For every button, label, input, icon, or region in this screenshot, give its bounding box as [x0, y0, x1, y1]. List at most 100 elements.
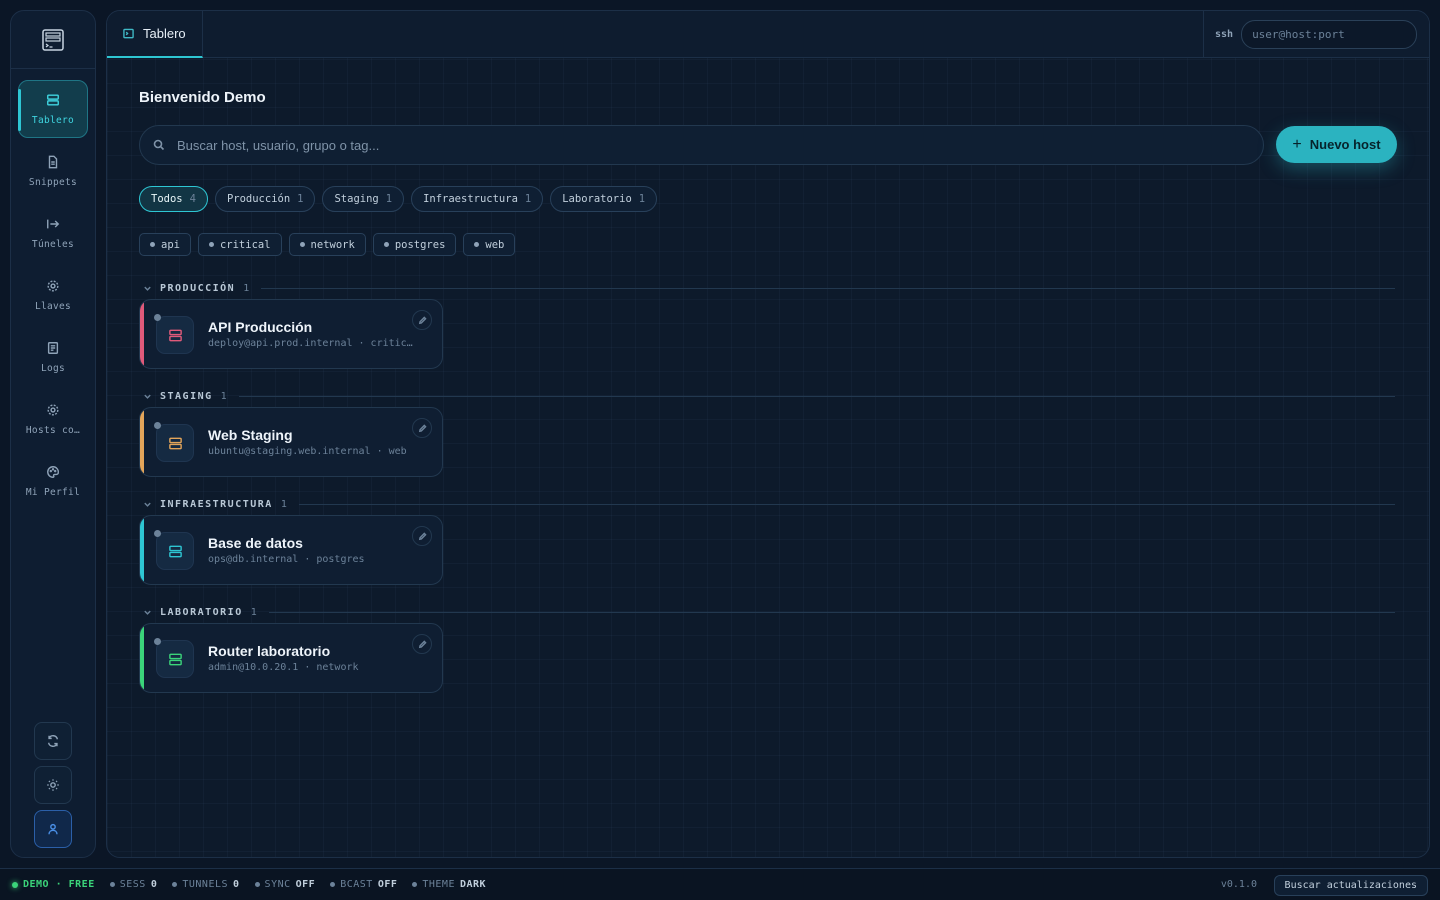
host-subtitle: admin@10.0.20.1 · network: [208, 662, 359, 673]
arrow-right-bar-icon: [47, 219, 60, 228]
tag-network[interactable]: network: [288, 233, 366, 256]
quick-ssh: ssh: [1203, 11, 1429, 58]
sidebar-item-label: Mi Perfil: [25, 486, 81, 498]
filter-laboratorio[interactable]: Laboratorio 1: [550, 186, 658, 212]
host-card[interactable]: API Producción deploy@api.prod.internal …: [139, 299, 443, 369]
group-divider: [268, 611, 1395, 613]
status-dot: [412, 882, 418, 887]
sidebar-item-label: Logs: [40, 362, 66, 374]
new-host-button[interactable]: + Nuevo host: [1276, 126, 1397, 163]
sess-value: 0: [150, 879, 158, 890]
ssh-input[interactable]: [1241, 20, 1418, 49]
host-card[interactable]: Router laboratorio admin@10.0.20.1 · net…: [139, 623, 443, 693]
filter-label: Laboratorio: [562, 193, 632, 205]
host-icon-box: [156, 640, 194, 678]
filter-label: Producción: [226, 193, 291, 205]
ssh-label: ssh: [1215, 29, 1234, 40]
plus-icon: +: [1292, 135, 1302, 153]
sidebar-item-mi-perfil[interactable]: Mi Perfil: [18, 452, 88, 510]
filter-label: Infraestructura: [423, 193, 518, 205]
bcast-value: OFF: [377, 879, 398, 890]
check-updates-button[interactable]: Buscar actualizaciones: [1273, 875, 1428, 896]
user-icon: [48, 823, 58, 835]
sidebar-item-snippets[interactable]: Snippets: [18, 142, 88, 200]
group-filters: Todos 4 Producción 1 Staging 1 Infraestr…: [139, 186, 658, 212]
filter-todos[interactable]: Todos 4: [139, 186, 208, 212]
group-name: INFRAESTRUCTURA: [160, 498, 273, 510]
tag-dot: [150, 242, 155, 247]
sidebar-item-label: Hosts co…: [25, 424, 81, 436]
filter-produccion[interactable]: Producción 1: [214, 186, 316, 212]
sidebar-item-tuneles[interactable]: Túneles: [18, 204, 88, 262]
tunnels-label: TUNNELS: [182, 879, 229, 890]
group-divider: [238, 395, 1395, 397]
search-input[interactable]: [177, 137, 1177, 153]
tag-label: web: [485, 238, 505, 251]
host-color-stripe: [140, 516, 144, 584]
host-card[interactable]: Web Staging ubuntu@staging.web.internal …: [139, 407, 443, 477]
status-broadcast: BCAST OFF: [330, 879, 397, 890]
tag-api[interactable]: api: [139, 233, 191, 256]
group-count: 1: [280, 498, 287, 510]
group-count: 1: [220, 390, 227, 402]
status-bar: DEMO · FREE SESS 0 TUNNELS 0 SYNC OFF BCAST…: [0, 868, 1440, 900]
host-title: Web Staging: [208, 427, 293, 443]
search-bar[interactable]: [139, 125, 1264, 165]
group-count: 1: [250, 606, 257, 618]
bcast-label: BCAST: [340, 879, 373, 890]
edit-host-button[interactable]: [412, 634, 432, 654]
theme-toggle-button[interactable]: [34, 766, 72, 804]
group-header-laboratorio[interactable]: LABORATORIO 1: [143, 605, 1395, 619]
chevron-down-icon: [144, 394, 151, 399]
chevron-down-icon: [144, 610, 151, 615]
status-dot: [330, 882, 336, 887]
host-title: API Producción: [208, 319, 313, 335]
filter-count: 4: [189, 193, 196, 205]
filter-infraestructura[interactable]: Infraestructura 1: [411, 186, 544, 212]
pencil-icon: [418, 639, 427, 648]
sidebar-item-hosts-config[interactable]: Hosts co…: [18, 390, 88, 448]
filter-count: 1: [524, 193, 532, 205]
host-icon-box: [156, 424, 194, 462]
edit-host-button[interactable]: [412, 526, 432, 546]
sidebar-item-llaves[interactable]: Llaves: [18, 266, 88, 324]
group-divider: [261, 287, 1395, 289]
filter-staging[interactable]: Staging 1: [322, 186, 405, 212]
status-demo: DEMO · FREE: [12, 879, 95, 890]
filter-count: 1: [297, 193, 304, 205]
app-logo[interactable]: [11, 11, 95, 69]
terminal-icon: [123, 28, 134, 39]
demo-label: DEMO · FREE: [23, 879, 95, 890]
host-card[interactable]: Base de datos ops@db.internal · postgres: [139, 515, 443, 585]
tag-filters: api critical network postgres web: [139, 233, 516, 256]
host-subtitle: ubuntu@staging.web.internal · web: [208, 446, 407, 457]
tag-critical[interactable]: critical: [197, 233, 282, 256]
sidebar-item-logs[interactable]: Logs: [18, 328, 88, 386]
tab-tablero[interactable]: Tablero: [107, 11, 203, 58]
file-icon: [48, 155, 58, 168]
edit-host-button[interactable]: [412, 418, 432, 438]
tag-label: critical: [219, 238, 271, 251]
sync-label: SYNC: [264, 879, 291, 890]
status-tunnels: TUNNELS 0: [172, 879, 239, 890]
tab-label: Tablero: [143, 26, 186, 41]
top-bar: Tablero ssh: [107, 11, 1429, 58]
sidebar-item-tablero[interactable]: Tablero: [18, 80, 88, 138]
tag-web[interactable]: web: [463, 233, 516, 256]
gear-icon: [47, 279, 59, 292]
status-dot: [172, 882, 178, 887]
tag-dot: [299, 242, 305, 247]
group-count: 1: [243, 282, 250, 294]
new-host-label: Nuevo host: [1309, 137, 1381, 152]
status-dot: [254, 882, 260, 887]
host-color-stripe: [140, 300, 144, 368]
group-header-infraestructura[interactable]: INFRAESTRUCTURA 1: [143, 497, 1395, 511]
group-header-staging[interactable]: STAGING 1: [143, 389, 1395, 403]
refresh-button[interactable]: [34, 722, 72, 760]
edit-host-button[interactable]: [412, 310, 432, 330]
group-header-produccion[interactable]: PRODUCCIÓN 1: [143, 281, 1395, 295]
user-profile-button[interactable]: [34, 810, 72, 848]
tag-postgres[interactable]: postgres: [372, 233, 457, 256]
status-dot: [109, 882, 115, 887]
server-icon: [168, 437, 182, 449]
